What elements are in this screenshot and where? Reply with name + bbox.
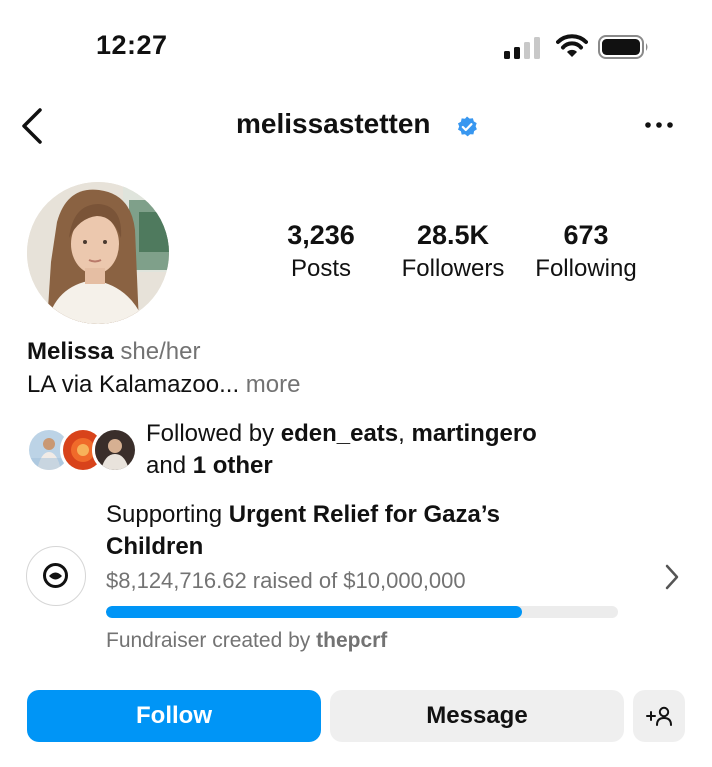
followed-by-prefix: Followed by [146, 420, 275, 447]
chevron-right-icon[interactable] [662, 562, 682, 592]
add-person-icon [646, 706, 672, 726]
verified-badge-icon [458, 116, 477, 137]
message-button[interactable]: Message [330, 690, 624, 742]
fundraiser-creator[interactable]: thepcrf [316, 629, 387, 652]
follow-button[interactable]: Follow [27, 690, 321, 742]
status-time: 12:27 [96, 30, 168, 60]
suggested-users-button[interactable] [633, 690, 685, 742]
stat-posts[interactable]: 3,236 Posts [251, 220, 391, 283]
stat-followers[interactable]: 28.5K Followers [383, 220, 523, 283]
cellular-signal-icon [504, 37, 540, 59]
bio-more-link[interactable]: more [239, 371, 301, 398]
fundraiser-raised: $8,124,716.62 raised of $10,000,000 [106, 568, 466, 593]
followed-by-line-2[interactable]: and 1 other [146, 452, 273, 480]
follower-username-2: martingero [411, 420, 537, 447]
profile-name-line: Melissa she/her [27, 338, 200, 366]
fundraiser-supporting: Supporting [106, 501, 223, 528]
followers-count: 28.5K [416, 220, 490, 250]
more-options-icon[interactable] [642, 114, 676, 136]
fundraiser-progress-bar [106, 606, 618, 618]
posts-count: 3,236 [287, 220, 355, 250]
avatar-photo [27, 182, 169, 324]
bio-text: LA via Kalamazoo... [27, 371, 240, 398]
following-label: Following [535, 255, 637, 282]
fundraiser-title-line-2[interactable]: Children [106, 533, 203, 561]
fundraiser-title-line-1[interactable]: Supporting Urgent Relief for Gaza’s [106, 501, 500, 529]
battery-icon [598, 35, 648, 59]
followed-by-others: 1 other [192, 452, 273, 479]
fundraiser-progress-fill [106, 606, 522, 618]
follower-avatar-3 [92, 427, 138, 473]
followed-by-line-1[interactable]: Followed by eden_eats, martingero [146, 420, 537, 448]
posts-label: Posts [290, 255, 352, 282]
profile-avatar[interactable] [27, 182, 169, 324]
fundraiser-icon-container [26, 546, 86, 606]
followed-by-and: and [146, 452, 187, 479]
fundraiser-coin-icon [43, 563, 68, 588]
stat-following[interactable]: 673 Following [516, 220, 656, 283]
fundraiser-created-by: Fundraiser created by thepcrf [106, 629, 388, 652]
followers-label: Followers [401, 255, 505, 282]
profile-bio: LA via Kalamazoo... more [27, 371, 300, 399]
profile-username: melissastetten [236, 108, 431, 139]
profile-name: Melissa [27, 338, 114, 365]
profile-pronouns: she/her [120, 338, 201, 365]
fundraiser-title: Urgent Relief for Gaza’s [228, 501, 500, 528]
follower-username-1: eden_eats [280, 420, 399, 447]
following-count: 673 [563, 220, 609, 250]
wifi-icon [556, 34, 588, 57]
back-chevron-icon[interactable] [18, 106, 48, 146]
